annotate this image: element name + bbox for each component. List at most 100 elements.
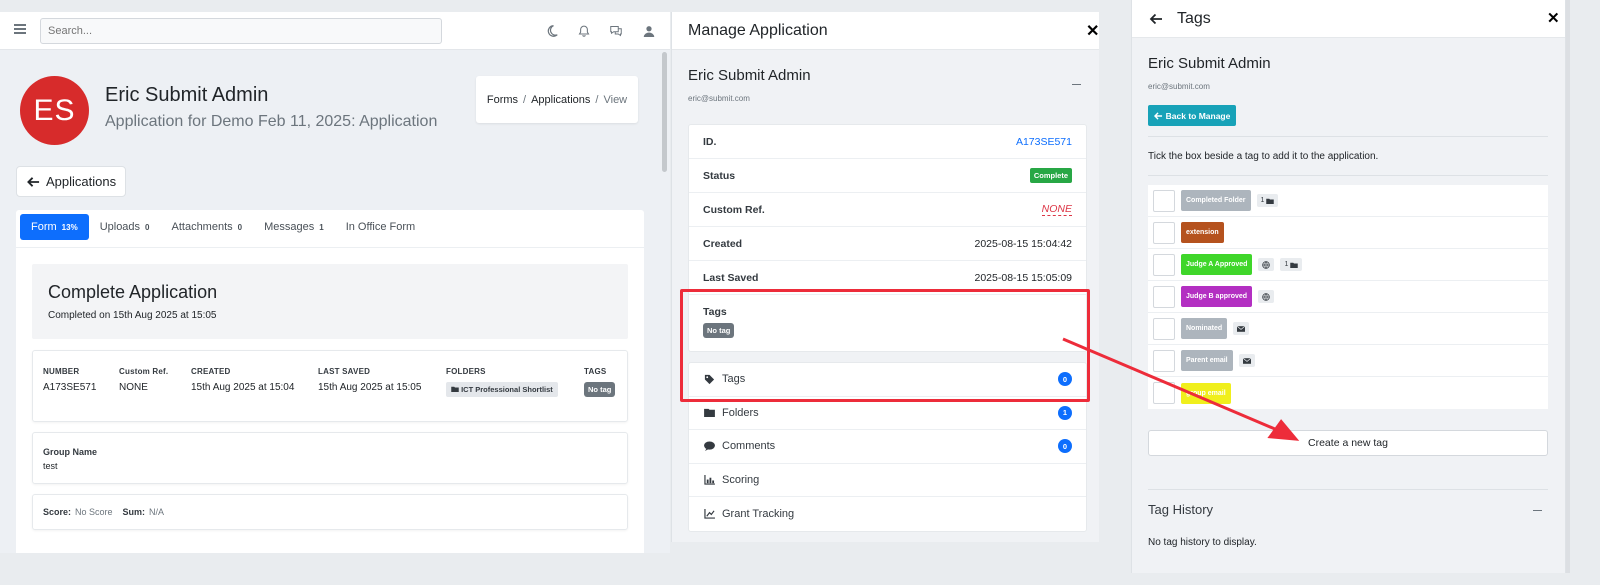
- breadcrumb-separator: /: [595, 93, 599, 106]
- user-icon[interactable]: [641, 23, 657, 39]
- tag-checkbox[interactable]: [1153, 253, 1175, 276]
- panel-header: Tags ✕: [1132, 0, 1565, 38]
- folder-icon: [1290, 262, 1299, 268]
- tag-checkbox[interactable]: [1153, 349, 1175, 372]
- hamburger-icon[interactable]: [14, 24, 26, 34]
- tag-row: Parent email: [1148, 345, 1548, 377]
- meta-tags-header: TAGS: [584, 367, 607, 376]
- close-icon[interactable]: ✕: [1086, 21, 1099, 41]
- back-to-applications-button[interactable]: Applications: [16, 166, 126, 197]
- tab-form[interactable]: Form 13%: [20, 214, 89, 240]
- applicant-email: eric@submit.com: [1148, 82, 1210, 91]
- application-id-link[interactable]: A173SE571: [1016, 136, 1072, 148]
- group-name-card: Group Name test: [32, 432, 628, 484]
- globe-icon: [1262, 292, 1270, 301]
- menu-item-scoring[interactable]: Scoring: [689, 464, 1086, 497]
- tab-attachments[interactable]: Attachments 0: [161, 214, 254, 240]
- meta-created-header: CREATED: [191, 367, 231, 376]
- info-row-status: Status Complete: [689, 159, 1086, 193]
- meta-folders-header: FOLDERS: [446, 367, 486, 376]
- tag-label[interactable]: Judge B approved: [1181, 286, 1253, 307]
- tag-checkbox[interactable]: [1153, 221, 1175, 244]
- divider: [1148, 175, 1548, 176]
- meta-customref-value: NONE: [119, 382, 148, 393]
- form-card: Form 13% Uploads 0 Attachments 0 Messages 1 …: [16, 210, 644, 553]
- tag-label[interactable]: Completed Folder: [1181, 190, 1251, 211]
- bell-icon[interactable]: [576, 23, 592, 39]
- applicant-email: eric@submit.com: [688, 94, 750, 103]
- breadcrumb-applications[interactable]: Applications: [531, 94, 590, 106]
- moon-icon[interactable]: [544, 23, 560, 39]
- tag-list: Completed Folder 1 extension Judge A Approv…: [1148, 185, 1548, 409]
- count-badge: 0: [1058, 439, 1072, 454]
- no-tag-badge: No tag: [584, 382, 616, 397]
- top-navbar: [0, 12, 670, 50]
- tag-row: group email: [1148, 377, 1548, 409]
- meta-number-header: NUMBER: [43, 367, 80, 376]
- menu-item-comments[interactable]: Comments 0: [689, 430, 1086, 464]
- meta-created-value: 15th Aug 2025 at 15:04: [191, 382, 295, 393]
- panel-title: Manage Application: [688, 22, 828, 39]
- envelope-icon: [1242, 357, 1251, 364]
- tag-checkbox[interactable]: [1153, 189, 1175, 212]
- tag-checkbox[interactable]: [1153, 285, 1175, 308]
- tag-row: Judge A Approved 1: [1148, 249, 1548, 281]
- info-row-created: Created 2025-08-15 15:04:42: [689, 227, 1086, 261]
- tab-in-office-form[interactable]: In Office Form: [335, 214, 426, 240]
- arrow-left-icon: [27, 176, 40, 187]
- applicant-name: Eric Submit Admin: [688, 67, 811, 84]
- tab-uploads[interactable]: Uploads 0: [89, 214, 161, 240]
- menu-item-grant-tracking[interactable]: Grant Tracking: [689, 497, 1086, 531]
- meta-lastsaved-header: LAST SAVED: [318, 367, 371, 376]
- page-subtitle: Application for Demo Feb 11, 2025: Appli…: [105, 113, 438, 130]
- close-icon[interactable]: ✕: [1547, 9, 1560, 27]
- panel-body: Eric Submit Admin eric@submit.com Back t…: [1132, 38, 1565, 573]
- scrollbar[interactable]: [662, 52, 667, 172]
- panel-title: Tags: [1177, 10, 1211, 27]
- score-label: Score:: [43, 507, 72, 517]
- tab-messages[interactable]: Messages 1: [253, 214, 335, 240]
- divider: [16, 247, 644, 248]
- search-input[interactable]: [40, 18, 442, 44]
- tag-label[interactable]: Judge A Approved: [1181, 254, 1253, 275]
- arrow-left-icon[interactable]: [1149, 12, 1163, 26]
- collapse-icon[interactable]: [1533, 510, 1542, 511]
- chat-icon[interactable]: [608, 23, 624, 39]
- breadcrumb-view: View: [603, 93, 628, 106]
- chart-line-icon: [703, 508, 715, 520]
- tag-history-empty: No tag history to display.: [1148, 537, 1257, 548]
- create-new-tag-button[interactable]: Create a new tag: [1148, 430, 1548, 456]
- tag-label[interactable]: Parent email: [1181, 350, 1233, 371]
- tag-label[interactable]: Nominated: [1181, 318, 1228, 339]
- application-view: ES Eric Submit Admin Application for Dem…: [0, 12, 670, 553]
- breadcrumb-forms[interactable]: Forms: [487, 94, 518, 106]
- instruction-text: Tick the box beside a tag to add it to t…: [1148, 151, 1379, 162]
- arrow-left-icon: [1153, 111, 1162, 120]
- folder-badge[interactable]: ICT Professional Shortlist: [446, 382, 558, 397]
- count-badge: 1: [1058, 405, 1072, 420]
- complete-subtitle: Completed on 15th Aug 2025 at 15:05: [48, 310, 217, 321]
- scrollbar[interactable]: [1566, 0, 1570, 573]
- tag-checkbox[interactable]: [1153, 382, 1175, 404]
- group-name-label: Group Name: [43, 447, 98, 457]
- collapse-icon[interactable]: [1072, 84, 1081, 85]
- back-to-manage-button[interactable]: Back to Manage: [1148, 105, 1236, 126]
- comment-icon: [703, 440, 715, 452]
- status-badge[interactable]: Complete: [1029, 168, 1072, 183]
- score-value: No Score: [75, 507, 113, 517]
- meta-lastsaved-value: 15th Aug 2025 at 15:05: [318, 382, 422, 393]
- panel-header: Manage Application ✕: [672, 12, 1099, 50]
- group-name-value: test: [43, 461, 58, 471]
- tag-label[interactable]: extension: [1181, 222, 1224, 243]
- tag-row: Completed Folder 1: [1148, 185, 1548, 217]
- custom-ref-editable[interactable]: NONE: [1041, 203, 1072, 216]
- tag-row: extension: [1148, 217, 1548, 249]
- meta-customref-header: Custom Ref.: [119, 367, 169, 376]
- complete-banner: Complete Application Completed on 15th A…: [32, 264, 628, 339]
- globe-icon: [1262, 260, 1271, 269]
- tag-checkbox[interactable]: [1153, 317, 1175, 340]
- tag-label[interactable]: group email: [1181, 382, 1231, 404]
- tag-row: Nominated: [1148, 313, 1548, 345]
- folder-icon: [703, 407, 715, 419]
- folder-indicator: 1: [1280, 258, 1303, 271]
